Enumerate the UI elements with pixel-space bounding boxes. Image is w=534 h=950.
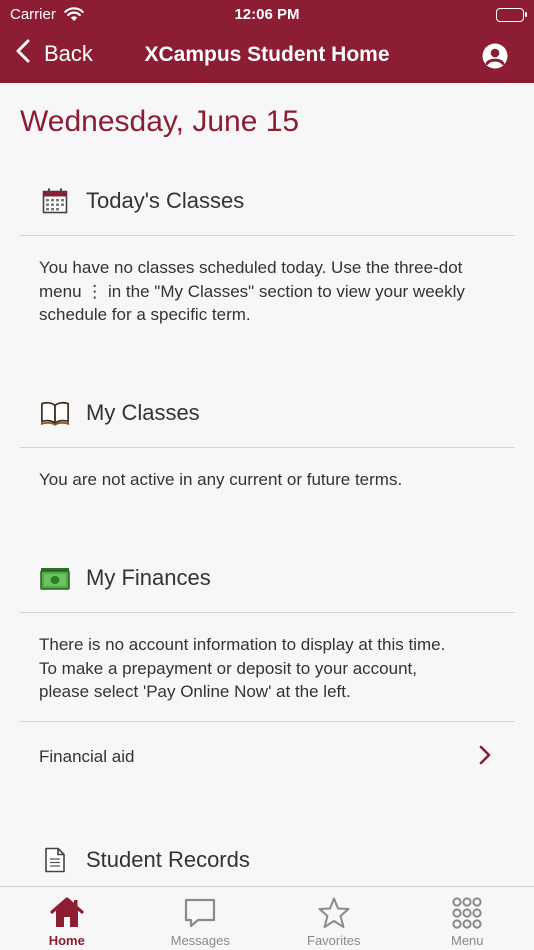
tab-label: Messages <box>170 933 230 948</box>
tab-messages[interactable]: Messages <box>134 887 268 950</box>
tab-label: Menu <box>450 933 484 948</box>
section-my-finances-header: My Finances <box>20 558 515 598</box>
page-title: XCampus Student Home <box>144 43 390 66</box>
section-my-classes-header: My Classes <box>20 393 515 433</box>
status-bar: Carrier 12:06 PM <box>0 4 534 26</box>
section-todays-classes-header: Today's Classes <box>20 181 515 221</box>
grid-icon <box>450 894 484 932</box>
message-line: You are not active in any current or fut… <box>39 470 403 489</box>
message-line: menu ⋮ in the "My Classes" section to vi… <box>39 281 465 301</box>
message-line: There is no account information to displ… <box>39 635 446 654</box>
divider <box>20 235 515 236</box>
message-line: To make a prepayment or deposit to your … <box>39 658 417 678</box>
section-title: My Classes <box>86 400 200 425</box>
chat-icon <box>183 894 217 932</box>
tab-favorites[interactable]: Favorites <box>267 887 401 950</box>
section-title: Today's Classes <box>86 188 245 213</box>
section-student-records-header: Student Records <box>20 840 515 880</box>
divider <box>20 447 515 448</box>
tab-label: Home <box>48 933 85 948</box>
message-line: schedule for a specific term. <box>39 305 251 324</box>
my-finances-message: There is no account information to displ… <box>39 633 509 704</box>
section-title: My Finances <box>86 565 211 590</box>
document-icon <box>40 845 70 875</box>
section-title: Student Records <box>86 847 250 872</box>
navigation-bar: Back XCampus Student Home <box>0 36 534 76</box>
money-icon <box>40 563 70 593</box>
financial-aid-label: Financial aid <box>39 747 135 766</box>
calendar-icon <box>40 186 70 216</box>
home-icon <box>50 894 84 932</box>
top-bar: Carrier 12:06 PM Back XCampus Student Ho… <box>0 0 534 83</box>
my-classes-message: You are not active in any current or fut… <box>39 468 509 492</box>
todays-classes-message: You have no classes scheduled today. Use… <box>39 256 509 327</box>
message-line: You have no classes scheduled today. Use… <box>39 258 463 277</box>
home-content[interactable]: Wednesday, June 15 Today's Classes You h… <box>0 83 534 886</box>
financial-aid-row[interactable]: Financial aid <box>20 722 515 792</box>
tab-menu[interactable]: Menu <box>401 887 534 950</box>
message-line: please select 'Pay Online Now' at the le… <box>39 682 351 701</box>
tab-home[interactable]: Home <box>0 887 134 950</box>
user-icon <box>482 43 508 73</box>
tab-label: Favorites <box>307 933 361 948</box>
chevron-right-icon <box>479 745 491 770</box>
battery-icon <box>496 8 527 22</box>
status-time: 12:06 PM <box>234 6 300 23</box>
star-icon <box>317 894 351 932</box>
divider <box>20 612 515 613</box>
book-icon <box>40 398 70 428</box>
profile-button[interactable] <box>482 43 508 69</box>
tab-bar: Home Messages Favorites Menu <box>0 886 534 950</box>
date-heading: Wednesday, June 15 <box>20 105 300 138</box>
